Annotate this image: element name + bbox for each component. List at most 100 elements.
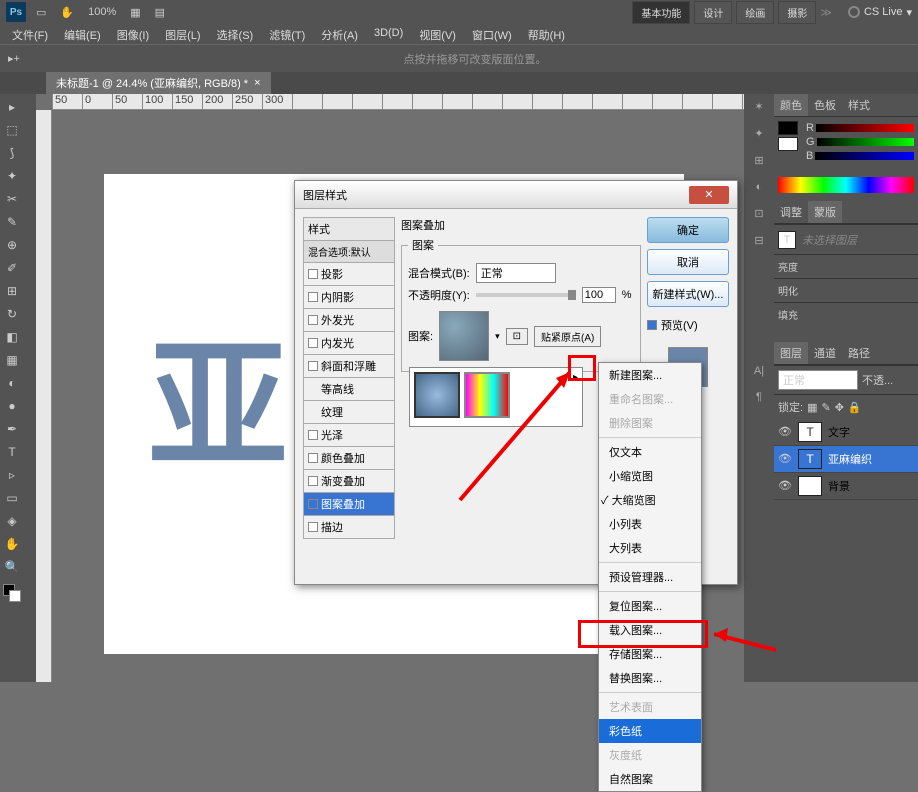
tab-paths[interactable]: 路径 bbox=[842, 342, 876, 364]
pattern-option-bubbles[interactable] bbox=[414, 372, 460, 418]
fg-swatch[interactable] bbox=[778, 121, 798, 135]
eyedropper-tool[interactable]: ✎ bbox=[0, 211, 24, 233]
menu-help[interactable]: 帮助(H) bbox=[520, 24, 573, 44]
opacity-input[interactable] bbox=[582, 287, 616, 303]
style-gradoverlay[interactable]: 渐变叠加 bbox=[303, 470, 395, 493]
menu-select[interactable]: 选择(S) bbox=[209, 24, 262, 44]
document-tab[interactable]: 未标题-1 @ 24.4% (亚麻编织, RGB/8) * × bbox=[46, 72, 271, 94]
context-menu-item[interactable]: 预设管理器... bbox=[599, 565, 701, 589]
swatches-tool[interactable] bbox=[0, 579, 24, 607]
context-menu-item[interactable]: 自然图案 bbox=[599, 767, 701, 791]
menu-window[interactable]: 窗口(W) bbox=[464, 24, 520, 44]
ok-button[interactable]: 确定 bbox=[647, 217, 729, 243]
style-stroke[interactable]: 描边 bbox=[303, 516, 395, 539]
lock-move-icon[interactable]: ✥ bbox=[835, 401, 844, 414]
context-menu-item[interactable]: 复位图案... bbox=[599, 594, 701, 618]
char-icon[interactable]: A| bbox=[754, 365, 764, 377]
clone-icon[interactable]: ⊟ bbox=[754, 234, 763, 247]
menu-edit[interactable]: 编辑(E) bbox=[56, 24, 109, 44]
context-menu-item[interactable]: 小缩览图 bbox=[599, 464, 701, 488]
actions-icon[interactable]: ✦ bbox=[754, 127, 763, 140]
b-slider[interactable] bbox=[815, 152, 914, 160]
zoom-value[interactable]: 100% bbox=[88, 6, 116, 18]
blend-mode-select[interactable]: 正常 bbox=[778, 370, 858, 390]
context-menu-item[interactable]: 新建图案... bbox=[599, 363, 701, 387]
menu-filter[interactable]: 滤镜(T) bbox=[261, 24, 313, 44]
para-icon[interactable]: ¶ bbox=[756, 391, 762, 403]
snap-origin-btn[interactable]: 贴紧原点(A) bbox=[534, 326, 601, 347]
style-innerglow[interactable]: 内发光 bbox=[303, 332, 395, 355]
workspace-paint-button[interactable]: 绘画 bbox=[736, 1, 774, 24]
context-menu-item[interactable]: 载入图案... bbox=[599, 618, 701, 642]
props-icon[interactable]: ⊞ bbox=[754, 154, 763, 167]
menu-analysis[interactable]: 分析(A) bbox=[313, 24, 366, 44]
context-menu-item[interactable]: 大缩览图 bbox=[599, 488, 701, 512]
tab-channels[interactable]: 通道 bbox=[808, 342, 842, 364]
tab-close-icon[interactable]: × bbox=[254, 77, 260, 89]
eraser-tool[interactable]: ◧ bbox=[0, 326, 24, 348]
stamp-tool[interactable]: ⊞ bbox=[0, 280, 24, 302]
brushes-icon[interactable]: ⊡ bbox=[754, 207, 763, 220]
lock-all-icon[interactable]: 🔒 bbox=[848, 401, 862, 414]
context-menu-item[interactable]: 小列表 bbox=[599, 512, 701, 536]
opacity-slider[interactable] bbox=[476, 293, 576, 297]
blend-default[interactable]: 混合选项:默认 bbox=[303, 241, 395, 263]
dialog-titlebar[interactable]: 图层样式 ✕ bbox=[295, 181, 737, 209]
context-menu-item[interactable]: 彩色纸 bbox=[599, 719, 701, 743]
dodge-tool[interactable]: ● bbox=[0, 395, 24, 417]
pen-tool[interactable]: ✒ bbox=[0, 418, 24, 440]
visibility-icon[interactable]: 👁 bbox=[778, 425, 792, 439]
hand-tool[interactable]: ✋ bbox=[0, 533, 24, 555]
blur-tool[interactable]: ◐ bbox=[0, 372, 24, 394]
menu-3d[interactable]: 3D(D) bbox=[366, 24, 411, 44]
lock-paint-icon[interactable]: ✎ bbox=[821, 401, 830, 414]
move-tool[interactable]: ▸ bbox=[0, 96, 24, 118]
brush-preset-icon[interactable]: ◐ bbox=[756, 181, 763, 193]
frame-icon[interactable]: ▭ bbox=[36, 6, 46, 19]
tab-mask[interactable]: 蒙版 bbox=[808, 201, 842, 223]
menu-file[interactable]: 文件(F) bbox=[4, 24, 56, 44]
styles-header[interactable]: 样式 bbox=[303, 217, 395, 241]
context-menu-item[interactable]: 仅文本 bbox=[599, 440, 701, 464]
pattern-thumb[interactable] bbox=[439, 311, 489, 361]
shape-tool[interactable]: ▭ bbox=[0, 487, 24, 509]
new-pattern-btn[interactable]: ⊡ bbox=[506, 328, 528, 345]
menu-layer[interactable]: 图层(L) bbox=[157, 24, 208, 44]
marquee-tool[interactable]: ⬚ bbox=[0, 119, 24, 141]
style-texture[interactable]: 纹理 bbox=[303, 401, 395, 424]
r-slider[interactable] bbox=[816, 124, 914, 132]
brush-tool[interactable]: ✐ bbox=[0, 257, 24, 279]
doc-icon[interactable]: ▤ bbox=[155, 6, 165, 19]
3d-tool[interactable]: ◈ bbox=[0, 510, 24, 532]
new-style-button[interactable]: 新建样式(W)... bbox=[647, 281, 729, 307]
move-tool-icon[interactable]: ▸+ bbox=[8, 52, 20, 65]
bg-swatch[interactable] bbox=[778, 137, 798, 151]
cancel-button[interactable]: 取消 bbox=[647, 249, 729, 275]
history-icon[interactable]: ✶ bbox=[754, 100, 763, 113]
tab-swatch[interactable]: 色板 bbox=[808, 94, 842, 116]
workspace-photo-button[interactable]: 摄影 bbox=[778, 1, 816, 24]
zoom-tool[interactable]: 🔍 bbox=[0, 556, 24, 578]
style-bevel[interactable]: 斜面和浮雕 bbox=[303, 355, 395, 378]
gradient-tool[interactable]: ▦ bbox=[0, 349, 24, 371]
type-tool[interactable]: T bbox=[0, 441, 24, 463]
style-patternoverlay[interactable]: 图案叠加 bbox=[303, 493, 395, 516]
crop-tool[interactable]: ✂ bbox=[0, 188, 24, 210]
style-contour[interactable]: 等高线 bbox=[303, 378, 395, 401]
path-tool[interactable]: ▹ bbox=[0, 464, 24, 486]
history-tool[interactable]: ↻ bbox=[0, 303, 24, 325]
layer-row[interactable]: 👁 T 文字 bbox=[774, 419, 918, 446]
menu-view[interactable]: 视图(V) bbox=[411, 24, 464, 44]
context-menu-item[interactable]: 替换图案... bbox=[599, 666, 701, 690]
layer-row[interactable]: 👁 背景 bbox=[774, 473, 918, 500]
hand-icon[interactable]: ✋ bbox=[60, 6, 74, 19]
wand-tool[interactable]: ✦ bbox=[0, 165, 24, 187]
layer-row[interactable]: 👁 T 亚麻编织 bbox=[774, 446, 918, 473]
style-outerglow[interactable]: 外发光 bbox=[303, 309, 395, 332]
style-satin[interactable]: 光泽 bbox=[303, 424, 395, 447]
visibility-icon[interactable]: 👁 bbox=[778, 452, 792, 466]
spectrum-bar[interactable] bbox=[778, 177, 914, 193]
lock-trans-icon[interactable]: ▦ bbox=[807, 401, 817, 414]
style-coloroverlay[interactable]: 颜色叠加 bbox=[303, 447, 395, 470]
lasso-tool[interactable]: ⟆ bbox=[0, 142, 24, 164]
